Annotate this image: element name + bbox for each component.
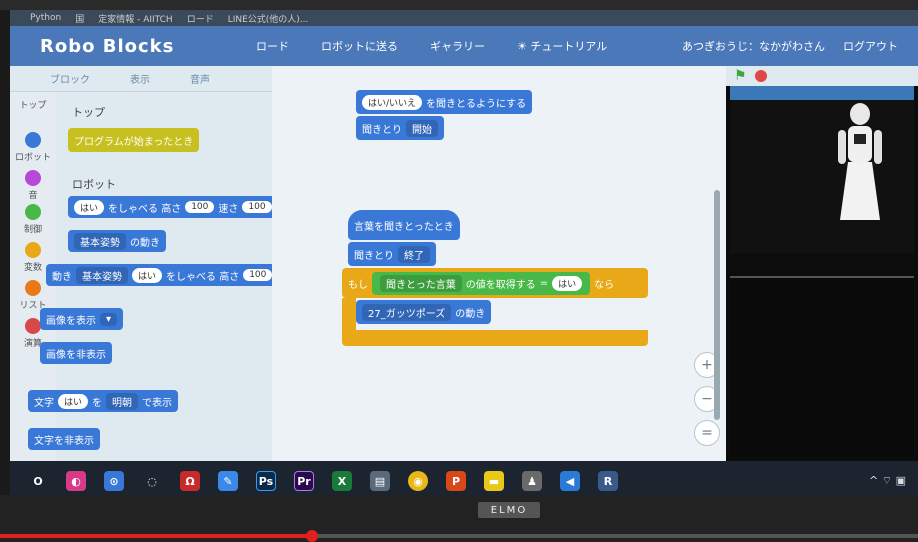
pepper-robot-icon bbox=[838, 103, 882, 220]
app-logo: Robo Blocks bbox=[40, 35, 175, 57]
if-block-arm bbox=[342, 298, 356, 332]
motion-block[interactable]: 基本姿勢 の動き bbox=[68, 230, 166, 252]
listen-start-block[interactable]: 聞きとり 開始 bbox=[356, 116, 444, 140]
tab-blocks[interactable]: ブロック bbox=[50, 71, 90, 86]
browser-tab[interactable]: 国 bbox=[75, 12, 84, 25]
flyout-title-top: トップ bbox=[72, 106, 105, 119]
file-explorer-icon[interactable]: ▬ bbox=[484, 471, 504, 491]
hide-text-block[interactable]: 文字を非表示 bbox=[28, 428, 100, 450]
app-header: Robo Blocks ロード ロボットに送る ギャラリー ☀ チュートリアル … bbox=[10, 26, 918, 66]
search-icon[interactable]: O bbox=[28, 471, 48, 491]
monitor-screen: Python 国 定家情報 - AIITCH ロード LINE公式(他の人)..… bbox=[10, 10, 918, 495]
app-icon[interactable]: Ω bbox=[180, 471, 200, 491]
app-icon[interactable]: ◌ bbox=[142, 471, 162, 491]
gallery-button[interactable]: ギャラリー bbox=[414, 38, 501, 54]
if-block-bottom bbox=[342, 330, 648, 346]
browser-tab-bar: Python 国 定家情報 - AIITCH ロード LINE公式(他の人)..… bbox=[10, 10, 918, 26]
gutspose-motion-block[interactable]: 27_ガッツポーズ の動き bbox=[356, 300, 492, 324]
say-block[interactable]: はい をしゃべる 高さ 100 速さ 100 bbox=[68, 196, 278, 218]
category-robot[interactable]: ロボット bbox=[14, 132, 52, 163]
hide-image-block[interactable]: 画像を非表示 bbox=[40, 342, 112, 364]
equals-condition[interactable]: 聞きとった言葉 の値を取得する = はい bbox=[372, 271, 591, 295]
browser-tab[interactable]: Python bbox=[30, 13, 61, 23]
video-progress-fill bbox=[0, 534, 313, 538]
app-icon[interactable]: R bbox=[598, 471, 618, 491]
robot-preview bbox=[730, 86, 914, 254]
code-workspace[interactable]: はい/いいえ を聞きとるようにする 聞きとり 開始 言葉を聞きとったとき 聞きとり終… bbox=[272, 66, 726, 461]
motion-say-block[interactable]: 動き 基本姿勢 はい をしゃべる 高さ 100 bbox=[46, 264, 279, 286]
photoshop-icon[interactable]: Ps bbox=[256, 471, 276, 491]
vscode-icon[interactable]: ◀ bbox=[560, 471, 580, 491]
flyout-title-robot: ロボット bbox=[72, 178, 116, 191]
workspace-scrollbar[interactable] bbox=[714, 190, 720, 420]
category-control[interactable]: 制御 bbox=[14, 204, 52, 235]
video-progress-bar[interactable] bbox=[0, 530, 918, 542]
app-icon[interactable]: ♟ bbox=[522, 471, 542, 491]
browser-tab[interactable]: LINE公式(他の人)... bbox=[228, 12, 309, 25]
sun-icon: ☀ bbox=[517, 40, 531, 53]
listen-yesno-block[interactable]: はい/いいえ を聞きとるようにする bbox=[356, 90, 533, 114]
show-text-block[interactable]: 文字 はいを明朝 で表示 bbox=[28, 390, 179, 412]
camera-preview bbox=[730, 276, 914, 456]
category-sound[interactable]: 音 bbox=[14, 170, 52, 201]
system-tray[interactable]: ^ ⌔ ▣ bbox=[869, 474, 918, 488]
user-name: あつぎおうじ：なかがわさん bbox=[682, 40, 825, 53]
robot-stage: ⚑ bbox=[726, 66, 918, 461]
tutorial-button[interactable]: ☀ チュートリアル bbox=[501, 38, 623, 54]
app-icon[interactable]: ◐ bbox=[66, 471, 86, 491]
browser-tab[interactable]: 定家情報 - AIITCH bbox=[98, 12, 172, 25]
green-flag-icon[interactable]: ⚑ bbox=[734, 68, 747, 84]
monitor-bezel-top bbox=[0, 0, 918, 10]
on-hear-words-hat-block[interactable]: 言葉を聞きとったとき bbox=[348, 210, 460, 240]
app-icon[interactable]: ✎ bbox=[218, 471, 238, 491]
stop-icon[interactable] bbox=[754, 70, 767, 82]
tab-display[interactable]: 表示 bbox=[130, 71, 150, 86]
browser-tab[interactable]: ロード bbox=[187, 12, 214, 25]
powerpoint-icon[interactable]: P bbox=[446, 471, 466, 491]
category-top[interactable]: トップ bbox=[14, 98, 52, 111]
chrome-icon[interactable]: ◉ bbox=[408, 471, 428, 491]
excel-icon[interactable]: X bbox=[332, 471, 352, 491]
premiere-icon[interactable]: Pr bbox=[294, 471, 314, 491]
tutorial-label: チュートリアル bbox=[530, 40, 608, 53]
palette-tabs: ブロック 表示 音声 bbox=[10, 66, 272, 92]
monitor-brand-label: ELMO bbox=[478, 502, 540, 518]
load-button[interactable]: ロード bbox=[240, 38, 305, 54]
zoom-reset-button[interactable]: = bbox=[694, 420, 720, 446]
block-palette: ブロック 表示 音声 トップ ロボット 音 制御 変数 リスト 演算 トップ プ… bbox=[10, 66, 279, 461]
app-icon[interactable]: ▤ bbox=[370, 471, 390, 491]
windows-taskbar: O ◐ ⊙ ◌ Ω ✎ Ps Pr X ▤ ◉ P ▬ ♟ ◀ R ^ ⌔ ▣ bbox=[10, 461, 918, 495]
listen-end-block[interactable]: 聞きとり 終了 bbox=[348, 242, 436, 266]
logout-button[interactable]: ログアウト bbox=[843, 38, 898, 54]
video-progress-knob[interactable] bbox=[306, 530, 319, 542]
program-start-block[interactable]: プログラムが始まったとき bbox=[68, 128, 200, 152]
stage-controls: ⚑ bbox=[726, 66, 918, 86]
if-block[interactable]: もし 聞きとった言葉 の値を取得する = はい なら bbox=[342, 268, 648, 298]
app-icon[interactable]: ⊙ bbox=[104, 471, 124, 491]
tab-sound[interactable]: 音声 bbox=[190, 71, 210, 86]
show-image-block[interactable]: 画像を表示 ▾ bbox=[40, 308, 124, 330]
send-to-robot-button[interactable]: ロボットに送る bbox=[305, 38, 414, 54]
